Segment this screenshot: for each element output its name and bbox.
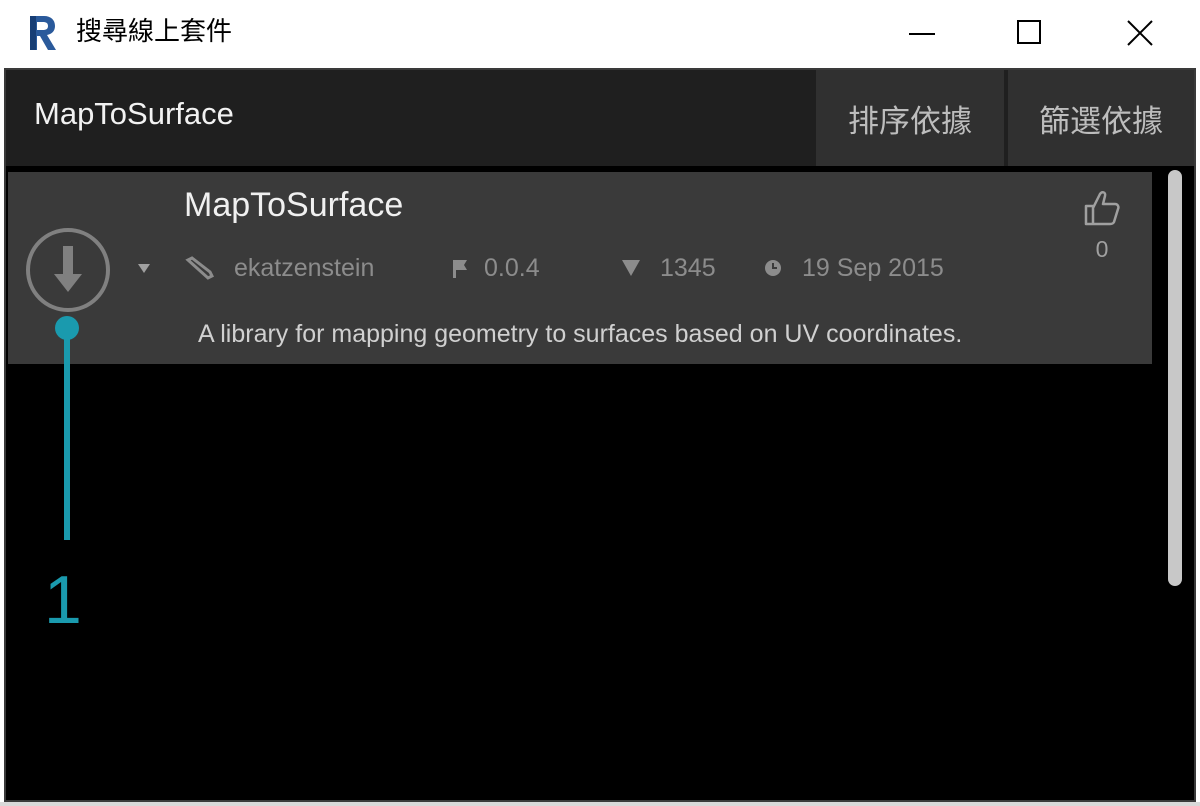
- maximize-icon: [1017, 20, 1041, 44]
- pencil-icon: [185, 256, 214, 280]
- minimize-button[interactable]: [872, 0, 972, 66]
- window-bottom-border: [0, 802, 1200, 806]
- package-description: A library for mapping geometry to surfac…: [198, 320, 963, 348]
- download-count: 1345: [660, 254, 716, 282]
- search-header: MapToSurface 排序依據 篩選依據: [6, 70, 1194, 166]
- sort-by-button[interactable]: 排序依據: [816, 70, 1004, 166]
- window-title: 搜尋線上套件: [76, 17, 233, 47]
- package-version: 0.0.4: [484, 254, 540, 282]
- callout-number: 1: [44, 562, 82, 638]
- revit-logo-icon: [24, 12, 60, 52]
- package-list-item[interactable]: MapToSurface ekatzenstein 0.0.4 1345 19 …: [8, 172, 1152, 364]
- download-arrow-icon: [54, 246, 82, 292]
- package-search-window: MapToSurface 排序依據 篩選依據 MapToSurface ekat…: [4, 68, 1196, 802]
- download-button[interactable]: [26, 228, 110, 312]
- filter-by-button[interactable]: 篩選依據: [1008, 70, 1194, 166]
- package-author: ekatzenstein: [234, 254, 375, 282]
- download-count-icon: [622, 260, 640, 276]
- search-input[interactable]: MapToSurface: [34, 96, 234, 132]
- title-bar: 搜尋線上套件: [0, 0, 1200, 68]
- close-button[interactable]: [1090, 0, 1190, 66]
- scrollbar-thumb[interactable]: [1168, 170, 1182, 586]
- flag-icon: [453, 260, 467, 278]
- clock-icon: [765, 260, 781, 276]
- like-count: 0: [1095, 236, 1109, 262]
- minimize-icon: [909, 33, 935, 35]
- version-dropdown-icon[interactable]: [138, 264, 150, 273]
- package-date: 19 Sep 2015: [802, 254, 944, 282]
- maximize-button[interactable]: [980, 0, 1080, 66]
- thumbs-up-icon[interactable]: [1082, 188, 1122, 228]
- callout-leader-line: [64, 330, 70, 540]
- close-icon: [1127, 20, 1153, 46]
- package-name: MapToSurface: [184, 186, 404, 224]
